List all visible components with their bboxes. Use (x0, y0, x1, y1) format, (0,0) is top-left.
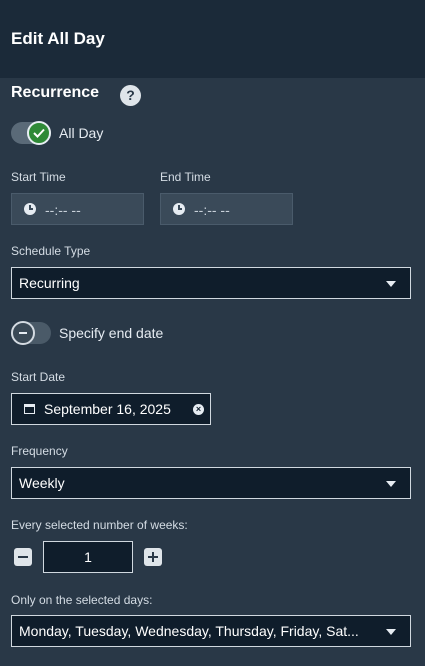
clock-icon (173, 203, 185, 215)
frequency-select[interactable]: Weekly (11, 467, 411, 499)
chevron-down-icon (386, 281, 396, 287)
weeks-input[interactable]: 1 (43, 541, 133, 573)
end-date-label: Specify end date (59, 325, 164, 341)
days-select[interactable]: Monday, Tuesday, Wednesday, Thursday, Fr… (11, 615, 411, 647)
end-date-toggle[interactable] (11, 321, 51, 345)
days-value: Monday, Tuesday, Wednesday, Thursday, Fr… (19, 623, 359, 639)
all-day-toggle[interactable] (11, 121, 51, 145)
all-day-label: All Day (59, 125, 104, 141)
end-time-input[interactable]: --:-- -- (160, 193, 293, 225)
start-date-value: September 16, 2025 (44, 401, 171, 417)
decrement-button[interactable] (14, 548, 32, 566)
start-time-label: Start Time (11, 170, 66, 184)
help-icon[interactable]: ? (120, 85, 141, 106)
clock-icon (24, 203, 36, 215)
check-icon (27, 121, 51, 145)
frequency-label: Frequency (11, 444, 68, 458)
dialog-header: Edit All Day (0, 0, 425, 78)
end-time-label: End Time (160, 170, 211, 184)
chevron-down-icon (386, 629, 396, 635)
increment-button[interactable] (144, 548, 162, 566)
calendar-icon (24, 404, 35, 414)
start-time-value: --:-- -- (45, 202, 81, 218)
chevron-down-icon (386, 481, 396, 487)
minus-icon (18, 556, 28, 558)
start-date-label: Start Date (11, 370, 66, 384)
schedule-type-label: Schedule Type (11, 244, 91, 258)
weeks-label: Every selected number of weeks: (11, 518, 188, 532)
end-time-value: --:-- -- (194, 202, 230, 218)
minus-icon (11, 321, 35, 345)
clear-icon[interactable]: × (193, 404, 204, 415)
frequency-value: Weekly (19, 475, 65, 491)
recurrence-title: Recurrence (11, 84, 100, 101)
start-time-input[interactable]: --:-- -- (11, 193, 144, 225)
schedule-type-value: Recurring (19, 275, 80, 291)
start-date-input[interactable]: September 16, 2025 × (11, 393, 211, 425)
schedule-type-select[interactable]: Recurring (11, 267, 411, 299)
days-label: Only on the selected days: (11, 593, 153, 607)
dialog-title: Edit All Day (11, 29, 105, 48)
